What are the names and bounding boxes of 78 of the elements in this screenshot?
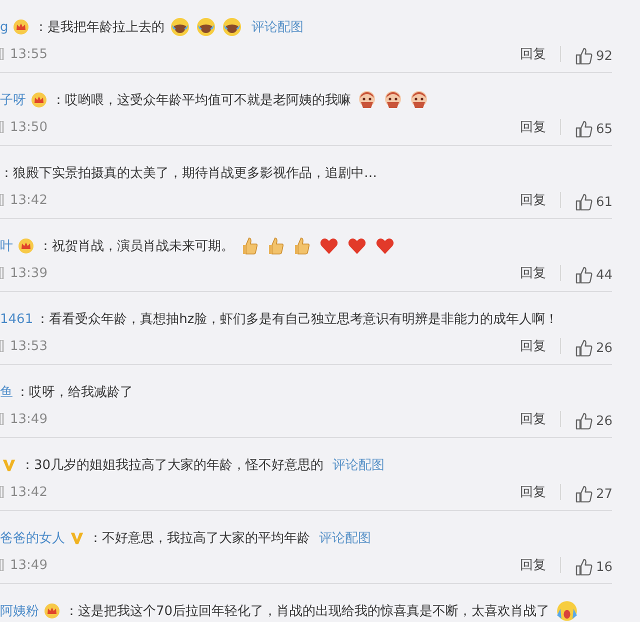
comment-text: ：哎哟喂，这受众年龄平均值可不就是老阿姨的我嘛: [52, 92, 351, 109]
comment-text: ：哎呀，给我减龄了: [16, 384, 133, 401]
timestamp: 13:50: [10, 120, 48, 134]
username-link[interactable]: 1461: [0, 312, 34, 326]
device-icon: [0, 559, 4, 571]
timestamp: 13:42: [10, 484, 48, 500]
like-icon[interactable]: [575, 266, 593, 284]
comment-text: ：看看受众年龄，真想抽hz脸，虾们多是有自己独立思考意识有明辨是非能力的成年人啊！: [36, 311, 558, 328]
crown-icon: [13, 19, 30, 35]
comment-text: ：狼殿下实景拍摄真的太美了，期待肖战更多影视作品，追剧中…: [0, 165, 377, 182]
device-icon: [0, 121, 4, 133]
like-count: 44: [596, 268, 612, 283]
thumbs-up-icon: [266, 236, 286, 256]
like-count: 27: [596, 487, 612, 502]
like-icon[interactable]: [575, 120, 593, 138]
device-icon: [0, 413, 4, 425]
like-icon[interactable]: [575, 485, 593, 503]
like-icon[interactable]: [575, 412, 593, 430]
timestamp: 13:49: [10, 558, 48, 572]
like-count: 16: [596, 560, 612, 575]
username-link[interactable]: 爸爸的女人: [0, 529, 65, 547]
image-link[interactable]: 评论配图: [319, 529, 371, 547]
username-link[interactable]: g: [0, 20, 8, 34]
laughing-face-icon: [222, 17, 242, 37]
comment-text: ：不好意思，我拉高了大家的平均年龄: [89, 530, 310, 547]
comment-text: ：30几岁的姐姐我拉高了大家的年龄，怪不好意思的: [21, 457, 324, 474]
like-count: 65: [596, 122, 612, 137]
reply-link[interactable]: 回复: [520, 337, 546, 355]
like-count: 26: [596, 341, 612, 356]
username-link[interactable]: 鱼: [0, 383, 13, 401]
like-icon[interactable]: [575, 558, 593, 576]
laughing-face-icon: [196, 17, 216, 37]
heart-icon: [318, 236, 340, 256]
username-link[interactable]: 子呀: [0, 91, 26, 109]
like-icon[interactable]: [575, 339, 593, 357]
timestamp: 13:53: [10, 338, 48, 354]
username-link[interactable]: 阿姨粉: [0, 602, 39, 620]
timestamp: 13:42: [10, 192, 48, 208]
like-count: 26: [596, 414, 612, 429]
username-link[interactable]: 叶: [0, 237, 13, 255]
device-icon: [0, 486, 4, 498]
thumbs-up-icon: [292, 236, 312, 256]
device-icon: [0, 267, 4, 279]
comment-text: ：祝贺肖战，演员肖战未来可期。: [39, 238, 234, 255]
image-link[interactable]: 评论配图: [251, 18, 304, 36]
timestamp: 13:49: [10, 412, 48, 426]
v-badge-icon: [70, 530, 84, 546]
thumbs-up-icon: [240, 236, 260, 256]
reply-link[interactable]: 回复: [520, 483, 546, 501]
heart-icon: [346, 236, 368, 256]
reply-link[interactable]: 回复: [520, 191, 546, 209]
reply-link[interactable]: 回复: [520, 410, 546, 428]
face-icon: [409, 90, 429, 110]
reply-link[interactable]: 回复: [520, 45, 546, 63]
comment-text: ：是我把年龄拉上去的: [34, 19, 164, 36]
reply-link[interactable]: 回复: [520, 556, 546, 574]
face-icon: [357, 90, 377, 110]
like-count: 61: [596, 195, 612, 210]
heart-icon: [374, 236, 396, 256]
v-badge-icon: [2, 457, 16, 473]
laughing-face-icon: [170, 17, 190, 37]
crown-icon: [18, 238, 34, 254]
scream-face-icon: [556, 600, 578, 622]
device-icon: [0, 194, 4, 206]
comment-text: ：这是把我这个70后拉回年轻化了，肖战的出现给我的惊喜真是不断，太喜欢肖战了: [65, 603, 550, 620]
reply-link[interactable]: 回复: [520, 118, 546, 136]
like-icon[interactable]: [575, 193, 593, 211]
like-count: 92: [596, 49, 612, 64]
device-icon: [0, 340, 4, 352]
crown-icon: [31, 92, 47, 108]
timestamp: 13:55: [10, 46, 48, 62]
reply-link[interactable]: 回复: [520, 264, 546, 282]
image-link[interactable]: 评论配图: [332, 456, 385, 474]
like-icon[interactable]: [575, 47, 593, 65]
crown-icon: [44, 603, 60, 619]
timestamp: 13:39: [10, 266, 48, 280]
face-icon: [383, 90, 403, 110]
device-icon: [0, 48, 4, 60]
